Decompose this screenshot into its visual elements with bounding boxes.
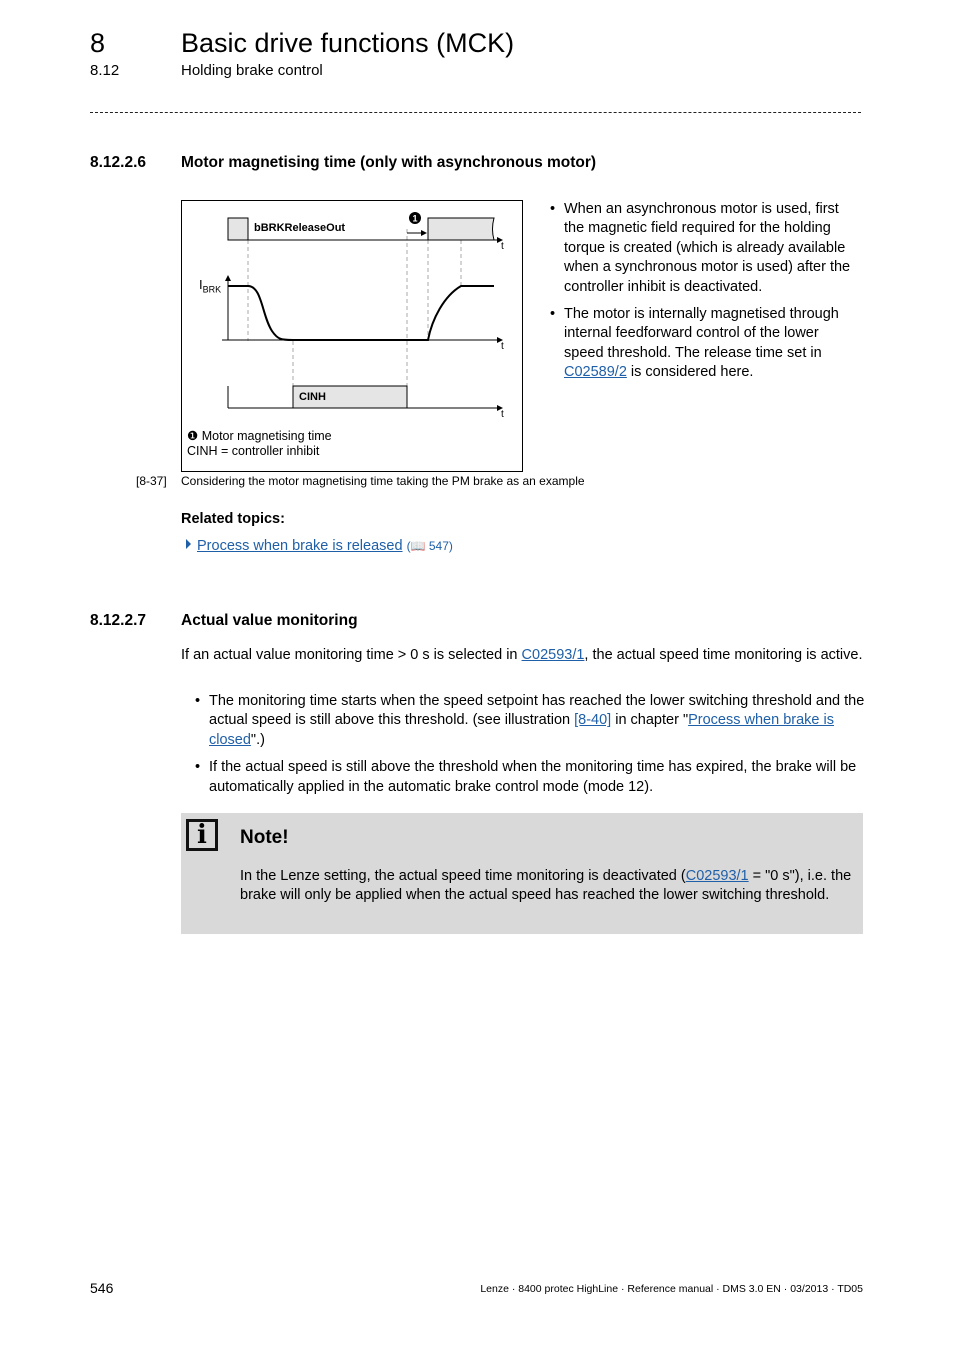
link-c02589-2[interactable]: C02589/2 <box>564 364 627 380</box>
signal-label-cinh: CINH <box>299 391 326 403</box>
triangle-right-icon <box>186 539 191 549</box>
intro-paragraph: If an actual value monitoring time > 0 s… <box>181 647 863 663</box>
time-axis-label-2: t <box>501 341 504 352</box>
subsection-number: 8.12.2.7 <box>90 612 147 629</box>
current-axis-label: IBRK <box>199 277 222 295</box>
subsection-title: Actual value monitoring <box>181 612 358 629</box>
figure-caption-number: [8-37] <box>136 474 167 488</box>
list-item: When an asynchronous motor is used, firs… <box>550 200 862 297</box>
timing-diagram-figure: 1 bBRKReleaseOut CINH IBRK t t t ❶ Motor… <box>181 200 523 472</box>
list-item: If the actual speed is still above the t… <box>195 758 865 797</box>
page-reference[interactable]: (📖 547) <box>407 539 453 553</box>
marker-1-icon: ❶ <box>187 429 199 443</box>
page-number: 546 <box>90 1280 114 1296</box>
book-icon: 📖 <box>410 539 426 553</box>
subsection-number: 8.12.2.6 <box>90 154 147 171</box>
figure-legend-1: ❶ Motor magnetising time <box>187 429 332 443</box>
note-title: Note! <box>240 827 289 848</box>
list-item: The monitoring time starts when the spee… <box>195 692 865 750</box>
chapter-number: 8 <box>90 28 106 58</box>
figure-legend-2: CINH = controller inhibit <box>187 444 320 458</box>
signal-label-release-out: bBRKReleaseOut <box>254 222 346 234</box>
time-axis-label-3: t <box>501 409 504 420</box>
brake-current-plot <box>222 275 503 343</box>
link-process-when-brake-released[interactable]: Process when brake is released <box>197 538 403 554</box>
link-c02593-1-note[interactable]: C02593/1 <box>686 868 749 884</box>
footer-info: Lenze · 8400 protec HighLine · Reference… <box>480 1283 863 1295</box>
header-divider <box>90 112 861 113</box>
section-number: 8.12 <box>90 62 120 79</box>
link-figure-8-40[interactable]: [8-40] <box>574 712 611 728</box>
chapter-title: Basic drive functions (MCK) <box>181 28 515 58</box>
related-topics-heading: Related topics: <box>181 511 285 527</box>
info-icon: i <box>186 819 218 851</box>
svg-text:1: 1 <box>412 214 417 224</box>
list-item: The motor is internally magnetised throu… <box>550 305 862 383</box>
monitoring-bullets: The monitoring time starts when the spee… <box>195 692 865 805</box>
time-axis-label-1: t <box>501 241 504 252</box>
magnetising-bullets: When an asynchronous motor is used, firs… <box>550 200 862 391</box>
dashed-guides <box>247 229 462 386</box>
related-topic-item: Process when brake is released (📖 547) <box>186 538 453 554</box>
cinh-signal <box>227 385 503 411</box>
section-title: Holding brake control <box>181 62 323 79</box>
link-c02593-1[interactable]: C02593/1 <box>522 647 585 663</box>
figure-caption-text: Considering the motor magnetising time t… <box>181 474 585 488</box>
note-text: In the Lenze setting, the actual speed t… <box>240 868 852 904</box>
subsection-title: Motor magnetising time (only with asynch… <box>181 154 597 171</box>
note-box: i Note! In the Lenze setting, the actual… <box>181 813 863 934</box>
